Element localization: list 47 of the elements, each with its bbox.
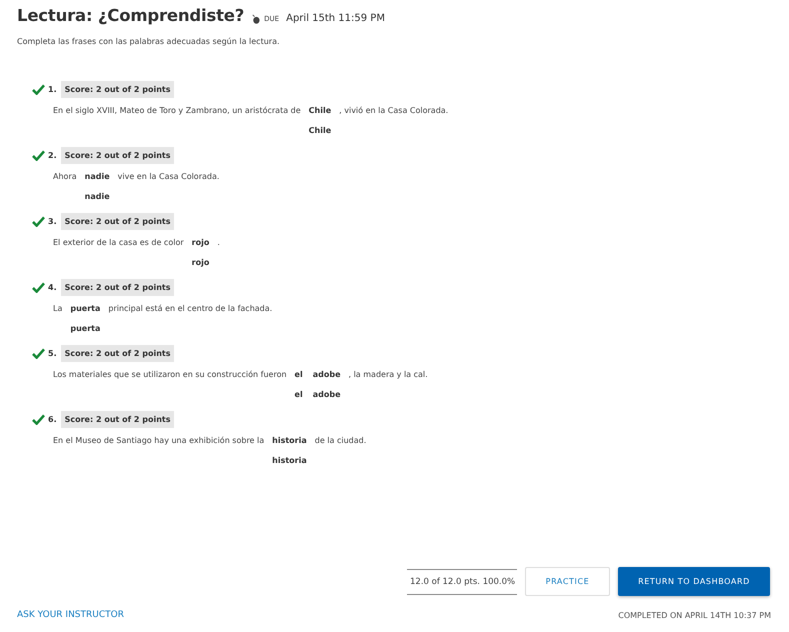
correct-answer: puerta bbox=[70, 323, 100, 335]
correct-answer: rojo bbox=[192, 257, 210, 269]
correct-answer: nadie bbox=[84, 191, 110, 203]
points-total: 12.0 of 12.0 pts. 100.0% bbox=[407, 568, 517, 594]
practice-button[interactable]: PRACTICE bbox=[525, 567, 610, 596]
sentence-text: Ahora bbox=[53, 171, 77, 183]
question-number: 6. bbox=[48, 415, 57, 424]
correct-answer: historia bbox=[272, 455, 307, 467]
completed-text: COMPLETED ON APRIL 14TH 10:37 PM bbox=[618, 610, 771, 620]
correct-answer: adobe bbox=[312, 389, 340, 401]
given-answer: historia bbox=[272, 435, 307, 447]
sentence-text: principal está en el centro de la fachada. bbox=[108, 303, 272, 315]
sentence-text: La bbox=[53, 303, 62, 315]
question-number: 3. bbox=[48, 217, 57, 226]
ask-instructor-link[interactable]: ASK YOUR INSTRUCTOR bbox=[17, 610, 124, 620]
question-number: 4. bbox=[48, 283, 57, 292]
instructions-text: Completa las frases con las palabras adecuadas según la lectura. bbox=[17, 37, 281, 46]
sentence-text: de la ciudad. bbox=[314, 435, 366, 447]
due-date: April 15th 11:59 PM bbox=[286, 13, 385, 24]
mouse-icon bbox=[251, 13, 260, 24]
score-label: Score: 2 out of 2 points bbox=[60, 147, 174, 164]
question-number: 1. bbox=[48, 85, 57, 94]
sentence-text: En el Museo de Santiago hay una exhibición sobre la bbox=[53, 435, 264, 447]
sentence-text: vive en la Casa Colorada. bbox=[118, 171, 220, 183]
score-label: Score: 2 out of 2 points bbox=[60, 345, 174, 362]
given-answer: puerta bbox=[70, 303, 100, 315]
correct-answer: el bbox=[294, 389, 303, 401]
sentence-text: . bbox=[217, 237, 220, 249]
score-label: Score: 2 out of 2 points bbox=[60, 213, 174, 230]
question-number: 2. bbox=[48, 151, 57, 160]
return-button[interactable]: RETURN TO DASHBOARD bbox=[618, 567, 770, 596]
question-number: 5. bbox=[48, 349, 57, 358]
given-answer: Chile bbox=[308, 105, 332, 117]
given-answer: rojo bbox=[192, 237, 210, 249]
sentence-text: En el siglo XVIII, Mateo de Toro y Zambrano, un aristócrata de bbox=[53, 105, 301, 117]
sentence-text: , vivió en la Casa Colorada. bbox=[339, 105, 448, 117]
page-title: Lectura: ¿Comprendiste? bbox=[17, 6, 244, 25]
score-label: Score: 2 out of 2 points bbox=[60, 279, 174, 296]
given-answer: el bbox=[294, 369, 303, 381]
sentence-text: , la madera y la cal. bbox=[348, 369, 428, 381]
correct-answer: Chile bbox=[308, 125, 332, 137]
given-answer: adobe bbox=[312, 369, 340, 381]
sentence-text: Los materiales que se utilizaron en su construcción fueron bbox=[53, 369, 287, 381]
given-answer: nadie bbox=[84, 171, 110, 183]
score-label: Score: 2 out of 2 points bbox=[60, 81, 174, 98]
score-label: Score: 2 out of 2 points bbox=[60, 411, 174, 428]
sentence-text: El exterior de la casa es de color bbox=[53, 237, 184, 249]
